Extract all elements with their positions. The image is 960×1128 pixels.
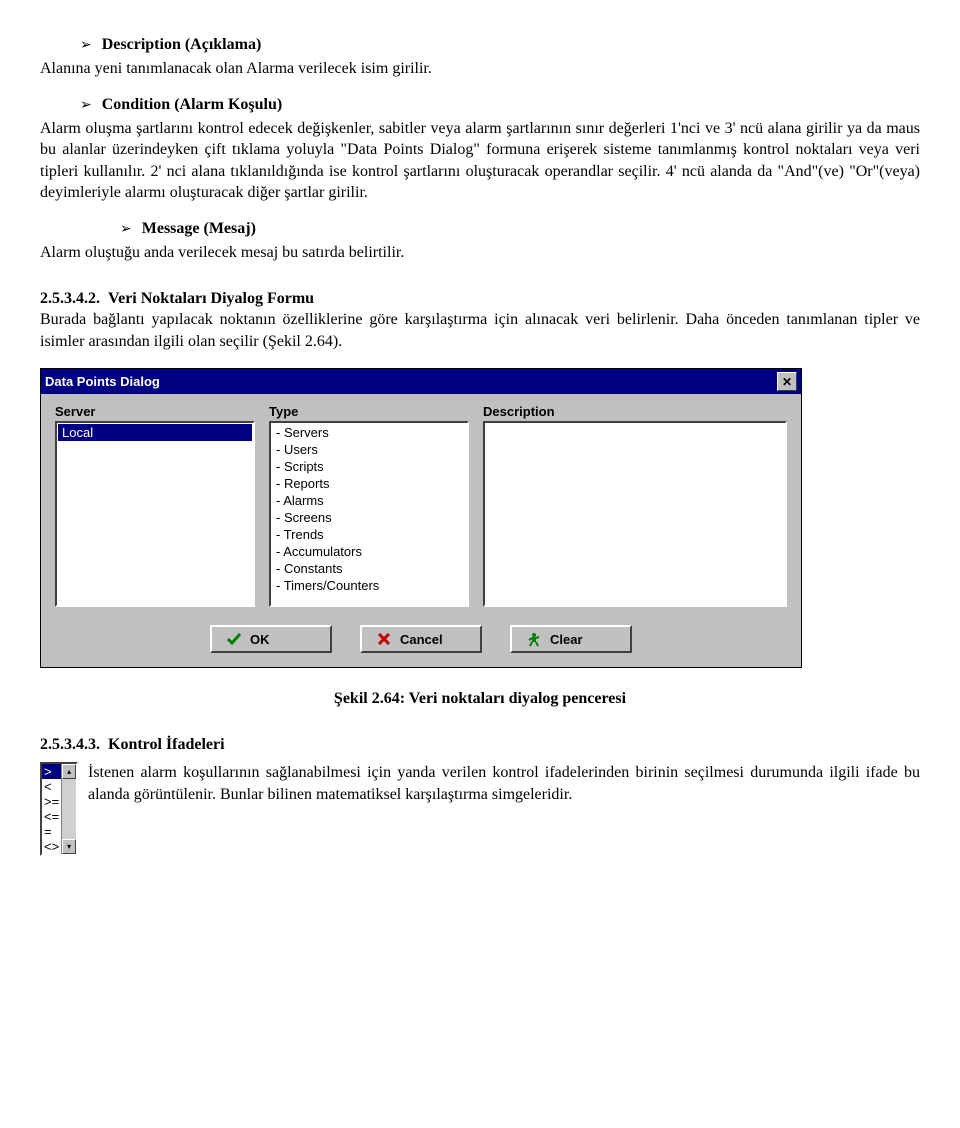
close-button[interactable]: ✕ bbox=[777, 372, 797, 391]
message-body: Alarm oluştuğu anda verilecek mesaj bu s… bbox=[40, 242, 920, 264]
dialog-title: Data Points Dialog bbox=[45, 374, 160, 389]
section-body: Burada bağlantı yapılacak noktanın özell… bbox=[40, 311, 920, 350]
bullet-icon: ➢ bbox=[80, 37, 92, 54]
control-expressions-body: İstenen alarm koşullarının sağlanabilmes… bbox=[88, 762, 920, 805]
description-listbox[interactable] bbox=[483, 421, 787, 607]
list-item[interactable]: - Accumulators bbox=[272, 543, 466, 560]
condition-heading-row: ➢ Condition (Alarm Koşulu) bbox=[80, 96, 920, 114]
dialog-titlebar[interactable]: Data Points Dialog ✕ bbox=[41, 369, 801, 394]
section-number: 2.5.3.4.2. bbox=[40, 290, 100, 307]
bullet-icon: ➢ bbox=[120, 221, 132, 238]
list-item[interactable]: Local bbox=[58, 424, 252, 441]
list-item[interactable]: - Timers/Counters bbox=[272, 577, 466, 594]
operator-item[interactable]: <> bbox=[42, 839, 61, 854]
server-label: Server bbox=[55, 404, 255, 419]
scroll-up-icon[interactable]: ▴ bbox=[62, 764, 76, 779]
section-number: 2.5.3.4.3. bbox=[40, 736, 100, 753]
ok-label: OK bbox=[250, 632, 270, 647]
type-label: Type bbox=[269, 404, 469, 419]
server-column: Server Local bbox=[55, 404, 255, 607]
message-title: Message (Mesaj) bbox=[142, 220, 256, 238]
list-item[interactable]: - Screens bbox=[272, 509, 466, 526]
section-title: Kontrol İfadeleri bbox=[108, 736, 225, 753]
cancel-label: Cancel bbox=[400, 632, 443, 647]
check-icon bbox=[226, 631, 242, 647]
control-expressions-section: ><>=<==<> ▴ ▾ İstenen alarm koşullarının… bbox=[40, 762, 920, 856]
section-title: Veri Noktaları Diyalog Formu bbox=[108, 290, 314, 307]
clear-label: Clear bbox=[550, 632, 583, 647]
description-column: Description bbox=[483, 404, 787, 607]
type-column: Type - Servers- Users- Scripts- Reports-… bbox=[269, 404, 469, 607]
operator-item[interactable]: = bbox=[42, 824, 61, 839]
list-item[interactable]: - Servers bbox=[272, 424, 466, 441]
description-title: Description (Açıklama) bbox=[102, 36, 262, 54]
list-item[interactable]: - Alarms bbox=[272, 492, 466, 509]
run-icon bbox=[526, 631, 542, 647]
message-heading-row: ➢ Message (Mesaj) bbox=[120, 220, 920, 238]
operator-listbox[interactable]: ><>=<==<> ▴ ▾ bbox=[40, 762, 78, 856]
list-item[interactable]: - Users bbox=[272, 441, 466, 458]
data-points-dialog: Data Points Dialog ✕ Server Local Type -… bbox=[40, 368, 802, 668]
list-item[interactable]: - Trends bbox=[272, 526, 466, 543]
type-listbox[interactable]: - Servers- Users- Scripts- Reports- Alar… bbox=[269, 421, 469, 607]
scrollbar[interactable]: ▴ ▾ bbox=[61, 764, 76, 854]
close-icon: ✕ bbox=[782, 375, 792, 389]
description-label: Description bbox=[483, 404, 787, 419]
description-body: Alanına yeni tanımlanacak olan Alarma ve… bbox=[40, 58, 920, 80]
section-2-5-3-4-3-heading: 2.5.3.4.3. Kontrol İfadeleri bbox=[40, 734, 920, 756]
operator-item[interactable]: >= bbox=[42, 794, 61, 809]
cancel-button[interactable]: Cancel bbox=[360, 625, 482, 653]
ok-button[interactable]: OK bbox=[210, 625, 332, 653]
section-2-5-3-4-2: 2.5.3.4.2. Veri Noktaları Diyalog Formu … bbox=[40, 288, 920, 353]
list-item[interactable]: - Scripts bbox=[272, 458, 466, 475]
bullet-icon: ➢ bbox=[80, 97, 92, 114]
dialog-body: Server Local Type - Servers- Users- Scri… bbox=[41, 394, 801, 667]
server-listbox[interactable]: Local bbox=[55, 421, 255, 607]
condition-title: Condition (Alarm Koşulu) bbox=[102, 96, 282, 114]
operator-item[interactable]: > bbox=[42, 764, 61, 779]
operator-item[interactable]: <= bbox=[42, 809, 61, 824]
clear-button[interactable]: Clear bbox=[510, 625, 632, 653]
scroll-down-icon[interactable]: ▾ bbox=[62, 839, 76, 854]
condition-body: Alarm oluşma şartlarını kontrol edecek d… bbox=[40, 118, 920, 204]
description-heading-row: ➢ Description (Açıklama) bbox=[80, 36, 920, 54]
operator-item[interactable]: < bbox=[42, 779, 61, 794]
figure-caption: Şekil 2.64: Veri noktaları diyalog pence… bbox=[40, 690, 920, 708]
list-item[interactable]: - Constants bbox=[272, 560, 466, 577]
cross-icon bbox=[376, 631, 392, 647]
dialog-button-row: OK Cancel bbox=[55, 625, 787, 653]
list-item[interactable]: - Reports bbox=[272, 475, 466, 492]
